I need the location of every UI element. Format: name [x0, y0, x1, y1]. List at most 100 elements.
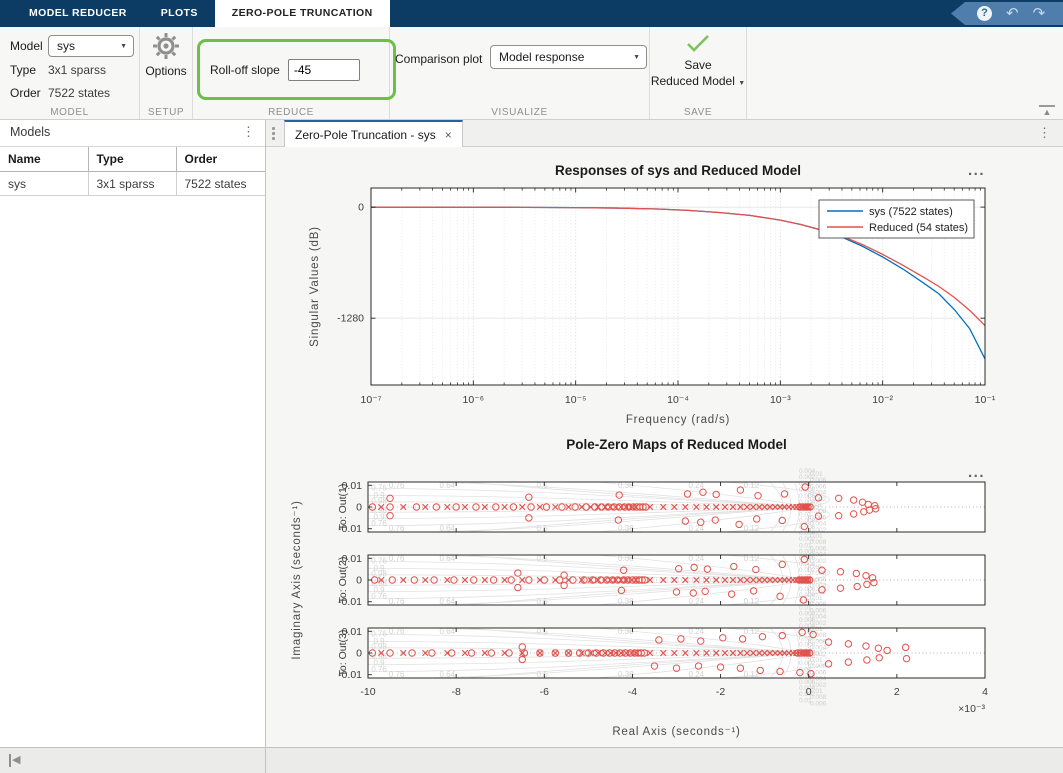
svg-text:-1280: -1280 — [337, 313, 364, 325]
model-select[interactable]: sys ▼ — [48, 35, 134, 57]
quick-access-toolbar: ? ↶ ↷ — [951, 2, 1063, 25]
chevron-down-icon: ▼ — [120, 43, 127, 50]
table-row[interactable]: sys 3x1 sparss 7522 states — [0, 172, 265, 196]
comparison-plot-value: Model response — [499, 50, 584, 64]
type-label: Type — [10, 63, 36, 77]
svg-text:To: Out(2): To: Out(2) — [337, 557, 349, 604]
document-tab-bar: Zero-Pole Truncation - sys × ⋮ — [266, 120, 1063, 147]
figure-canvas[interactable]: 10⁻⁷ 10⁻⁶ 10⁻⁵ 10⁻⁴ 10⁻³ 10⁻² 10⁻¹ 0 -1280 Respon… — [266, 147, 1063, 747]
svg-text:10⁻³: 10⁻³ — [770, 394, 791, 406]
save-reduced-model-button[interactable]: Save Reduced Model ▼ — [650, 33, 746, 92]
status-bar: ◀ — [0, 747, 1063, 773]
svg-text:0: 0 — [806, 686, 812, 698]
svg-text:4: 4 — [982, 686, 988, 698]
models-table: Name Type Order sys 3x1 sparss 7522 stat… — [0, 147, 265, 196]
document-bar-menu-icon[interactable]: ⋮ — [1038, 125, 1051, 141]
responses-plot-menu[interactable]: ... — [968, 162, 985, 179]
collapse-ribbon-icon[interactable]: ▲ — [1039, 105, 1055, 116]
section-label-setup: SETUP — [140, 107, 192, 118]
comparison-plot-select[interactable]: Model response ▼ — [490, 45, 647, 69]
svg-text:0: 0 — [356, 648, 362, 660]
panel-grip-icon[interactable] — [272, 127, 275, 130]
svg-text:0: 0 — [356, 502, 362, 514]
model-row-name: sys — [0, 172, 88, 196]
rolloff-highlight-box: Roll-off slope — [197, 39, 396, 100]
ribbon-section-setup: Options SETUP — [140, 27, 193, 119]
svg-text:-10: -10 — [360, 686, 375, 698]
models-panel-title: Models — [10, 125, 50, 139]
models-panel-menu-icon[interactable]: ⋮ — [242, 124, 255, 140]
chevron-down-icon: ▼ — [738, 80, 745, 87]
toolstrip-tab-bar: MODEL REDUCER PLOTS ZERO-POLE TRUNCATION… — [0, 0, 1063, 27]
svg-text:-6: -6 — [540, 686, 549, 698]
ribbon-section-save: Save Reduced Model ▼ SAVE — [650, 27, 747, 119]
main-area: Models ⋮ Name Type Order sys 3x1 sparss … — [0, 120, 1063, 773]
svg-text:10⁻¹: 10⁻¹ — [975, 394, 996, 406]
ribbon: Model sys ▼ Type 3x1 sparss Order 7522 s… — [0, 27, 1063, 120]
tab-plots[interactable]: PLOTS — [144, 0, 215, 27]
gear-icon — [151, 31, 181, 61]
tab-zero-pole-truncation[interactable]: ZERO-POLE TRUNCATION — [215, 0, 390, 27]
section-label-model: MODEL — [0, 107, 139, 118]
figure-area: 10⁻⁷ 10⁻⁶ 10⁻⁵ 10⁻⁴ 10⁻³ 10⁻² 10⁻¹ 0 -1280 Respon… — [266, 147, 1063, 747]
tab-model-reducer[interactable]: MODEL REDUCER — [12, 0, 144, 27]
document-tab[interactable]: Zero-Pole Truncation - sys × — [284, 120, 463, 147]
undo-icon[interactable]: ↶ — [1006, 6, 1019, 21]
save-button-line2: Reduced Model — [651, 74, 735, 88]
pole-zero-plot: 0.0040.010.0020.0080.010.0060.0080.0040.… — [291, 437, 988, 738]
model-label: Model — [10, 39, 43, 53]
svg-text:10⁻⁴: 10⁻⁴ — [667, 394, 689, 406]
model-reducer-app-window: MODEL REDUCER PLOTS ZERO-POLE TRUNCATION… — [0, 0, 1063, 773]
svg-text:Real Axis (seconds⁻¹): Real Axis (seconds⁻¹) — [612, 726, 740, 738]
svg-text:-8: -8 — [451, 686, 460, 698]
order-label: Order — [10, 86, 41, 100]
svg-text:0.76: 0.76 — [371, 592, 387, 601]
svg-text:10⁻⁶: 10⁻⁶ — [463, 394, 485, 406]
options-button-label[interactable]: Options — [140, 64, 192, 78]
section-label-save: SAVE — [650, 107, 746, 118]
section-label-reduce: REDUCE — [193, 107, 389, 118]
svg-text:Pole-Zero Maps of Reduced Mode: Pole-Zero Maps of Reduced Model — [566, 437, 787, 452]
ribbon-section-visualize: Comparison plot Model response ▼ VISUALI… — [390, 27, 650, 119]
model-row-type: 3x1 sparss — [88, 172, 176, 196]
models-col-order: Order — [176, 147, 265, 172]
singular-values-plot: 10⁻⁷ 10⁻⁶ 10⁻⁵ 10⁻⁴ 10⁻³ 10⁻² 10⁻¹ 0 -1280 Respon… — [309, 162, 996, 426]
collapse-panel-icon[interactable]: ◀ — [9, 754, 20, 767]
svg-text:10⁻⁵: 10⁻⁵ — [565, 394, 587, 406]
status-bar-divider — [265, 748, 266, 773]
model-row-order: 7522 states — [176, 172, 265, 196]
svg-text:10⁻⁷: 10⁻⁷ — [360, 394, 381, 406]
svg-text:10⁻²: 10⁻² — [872, 394, 893, 406]
svg-text:0: 0 — [356, 575, 362, 587]
svg-text:0.76: 0.76 — [371, 519, 387, 528]
rolloff-input[interactable] — [288, 59, 360, 81]
svg-text:sys (7522 states): sys (7522 states) — [869, 206, 953, 218]
legend[interactable]: sys (7522 states)Reduced (54 states) — [819, 200, 974, 238]
pzmap-plot-menu[interactable]: ... — [968, 464, 985, 481]
chevron-down-icon: ▼ — [633, 54, 640, 61]
svg-text:2: 2 — [894, 686, 900, 698]
models-col-type: Type — [88, 147, 176, 172]
type-value: 3x1 sparss — [48, 63, 106, 77]
options-button[interactable] — [140, 31, 192, 66]
models-col-name: Name — [0, 147, 88, 172]
help-icon[interactable]: ? — [977, 6, 992, 21]
svg-text:To: Out(1): To: Out(1) — [337, 484, 349, 531]
svg-text:To: Out(3): To: Out(3) — [337, 630, 349, 677]
svg-text:×10⁻³: ×10⁻³ — [958, 703, 985, 715]
svg-text:Responses of sys and Reduced M: Responses of sys and Reduced Model — [555, 163, 801, 178]
svg-text:0.006: 0.006 — [810, 700, 827, 707]
check-icon — [685, 33, 711, 53]
svg-text:-4: -4 — [628, 686, 637, 698]
svg-text:0: 0 — [358, 202, 364, 214]
ribbon-section-reduce: Roll-off slope REDUCE — [193, 27, 390, 119]
svg-text:Frequency (rad/s): Frequency (rad/s) — [626, 414, 730, 426]
comparison-plot-label: Comparison plot — [395, 52, 482, 66]
ribbon-section-model: Model sys ▼ Type 3x1 sparss Order 7522 s… — [0, 27, 140, 119]
redo-icon[interactable]: ↷ — [1033, 6, 1046, 21]
rolloff-label: Roll-off slope — [210, 63, 280, 77]
svg-text:Singular Values (dB): Singular Values (dB) — [309, 226, 321, 347]
svg-text:0.76: 0.76 — [371, 665, 387, 674]
section-label-visualize: VISUALIZE — [390, 107, 649, 118]
close-icon[interactable]: × — [445, 128, 452, 142]
